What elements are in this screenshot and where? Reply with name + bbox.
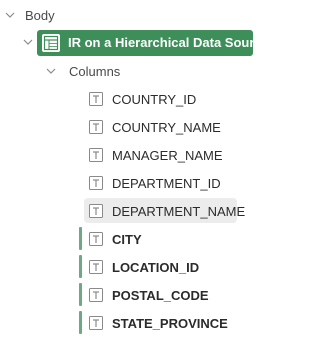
column-label: DEPARTMENT_NAME (112, 204, 246, 219)
tree-node-label: Columns (69, 64, 121, 79)
interactive-report-icon (42, 34, 60, 52)
column-label: STATE_PROVINCE (112, 316, 228, 331)
region-node-selected[interactable]: IR on a Hierarchical Data Source (37, 30, 269, 56)
column-label: DEPARTMENT_ID (112, 176, 221, 191)
selection-bar (79, 283, 82, 306)
text-column-icon (88, 231, 104, 247)
column-item[interactable]: LOCATION_ID (0, 253, 268, 281)
text-column-icon (88, 175, 104, 191)
column-label: CITY (112, 232, 142, 247)
tree-node-columns[interactable]: Columns (0, 57, 268, 85)
column-item[interactable]: COUNTRY_NAME (0, 113, 268, 141)
column-item[interactable]: DEPARTMENT_NAME (0, 197, 268, 225)
chevron-down-icon[interactable] (45, 65, 57, 77)
text-column-icon (88, 259, 104, 275)
column-item[interactable]: DEPARTMENT_ID (0, 169, 268, 197)
text-column-icon (88, 91, 104, 107)
column-label: COUNTRY_ID (112, 92, 197, 107)
column-label: POSTAL_CODE (112, 288, 209, 303)
column-label: LOCATION_ID (112, 260, 200, 275)
column-label: COUNTRY_NAME (112, 120, 221, 135)
chevron-down-icon[interactable] (22, 36, 34, 48)
selection-bar (79, 311, 82, 334)
column-label: MANAGER_NAME (112, 148, 223, 163)
text-column-icon (88, 287, 104, 303)
column-item[interactable]: COUNTRY_ID (0, 85, 268, 113)
region-label: IR on a Hierarchical Data Source (68, 35, 269, 50)
text-column-icon (88, 203, 104, 219)
selection-bar (79, 255, 82, 278)
column-item[interactable]: MANAGER_NAME (0, 141, 268, 169)
tree-node-label: Body (25, 8, 55, 23)
chevron-down-icon[interactable] (4, 9, 16, 21)
text-column-icon (88, 147, 104, 163)
text-column-icon (88, 315, 104, 331)
text-column-icon (88, 119, 104, 135)
selection-bar (79, 227, 82, 250)
column-item[interactable]: CITY (0, 225, 268, 253)
tree-node-body[interactable]: Body (0, 1, 268, 29)
component-tree: Body IR on a Hierarchical Data Source Co… (0, 0, 269, 342)
column-item[interactable]: POSTAL_CODE (0, 281, 268, 309)
column-item[interactable]: STATE_PROVINCE (0, 309, 268, 337)
tree-node-region[interactable]: IR on a Hierarchical Data Source (0, 28, 269, 56)
